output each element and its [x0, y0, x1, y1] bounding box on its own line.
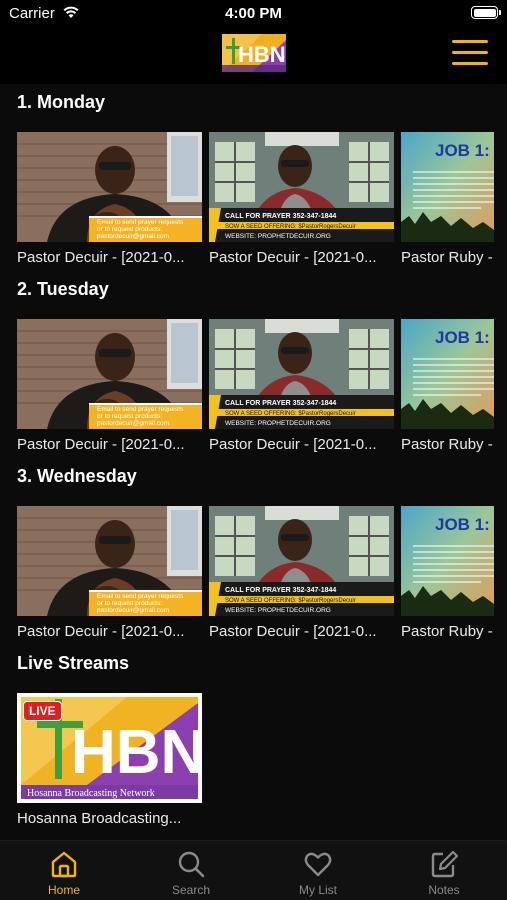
video-card[interactable]: JOB 1: Pastor Ruby -	[401, 132, 494, 266]
menu-line	[452, 51, 488, 54]
live-thumbnail[interactable]: HBN Hosanna Broadcasting Network LIVE	[17, 693, 202, 803]
thumb-text: CALL FOR PRAYER 352-347-1844	[225, 213, 336, 220]
video-card[interactable]: Email to send prayer requests or to requ…	[17, 132, 202, 266]
menu-button[interactable]	[452, 40, 488, 68]
home-icon	[51, 851, 77, 878]
thumb-text: JOB 1:	[435, 328, 490, 347]
thumb-text: SOW A SEED OFFERING: $PastorRogersDecuir	[225, 598, 356, 604]
video-thumbnail[interactable]: Email to send prayer requests or to requ…	[17, 132, 202, 242]
video-card[interactable]: CALL FOR PRAYER 352-347-1844 SOW A SEED …	[209, 132, 394, 266]
thumb-text: Email to send prayer requests	[97, 593, 184, 600]
thumb-text: pastordecuir@gmail.com	[97, 607, 169, 614]
video-title: Pastor Decuir - [2021-0...	[209, 436, 377, 453]
video-thumbnail[interactable]: JOB 1:	[401, 132, 494, 242]
section-title: 1. Monday	[17, 92, 106, 112]
tab-notes[interactable]: Notes	[394, 849, 494, 897]
thumb-text: SOW A SEED OFFERING: $PastorRogersDecuir	[225, 224, 356, 230]
thumb-text: CALL FOR PRAYER 352-347-1844	[225, 587, 336, 594]
video-title: Pastor Decuir - [2021-0...	[17, 623, 185, 640]
hbn-logo: HBN	[222, 34, 286, 72]
thumb-text: WEBSITE: PROPHETDECUIR.ORG	[225, 420, 331, 427]
tab-home[interactable]: Home	[14, 849, 114, 897]
live-badge: LIVE	[23, 701, 62, 721]
logo-letters: HBN	[71, 718, 202, 787]
video-row[interactable]: Email to send prayer requests or to requ…	[17, 319, 507, 459]
video-thumbnail[interactable]: CALL FOR PRAYER 352-347-1844 SOW A SEED …	[209, 132, 394, 242]
video-card[interactable]: JOB 1: Pastor Ruby -	[401, 319, 494, 453]
video-card[interactable]: Email to send prayer requests or to requ…	[17, 319, 202, 453]
video-row[interactable]: Email to send prayer requests or to requ…	[17, 132, 507, 272]
heart-icon	[304, 852, 332, 877]
video-thumbnail[interactable]: JOB 1:	[401, 319, 494, 429]
tab-label: Notes	[428, 883, 460, 897]
thumb-text: Email to send prayer requests	[97, 406, 184, 413]
video-title: Pastor Decuir - [2021-0...	[17, 436, 185, 453]
video-title: Pastor Ruby -	[401, 623, 493, 640]
section-title: 2. Tuesday	[17, 279, 109, 299]
section-title: 3. Wednesday	[17, 466, 137, 486]
nav-bar: HBN	[0, 28, 507, 84]
tab-label: Home	[47, 883, 80, 897]
video-title: Pastor Ruby -	[401, 436, 493, 453]
thumb-text: Email to send prayer requests	[97, 219, 184, 226]
video-title: Pastor Decuir - [2021-0...	[17, 249, 185, 266]
video-thumbnail[interactable]: CALL FOR PRAYER 352-347-1844 SOW A SEED …	[209, 319, 394, 429]
thumb-text: WEBSITE: PROPHETDECUIR.ORG	[225, 607, 331, 614]
live-stream-card[interactable]: HBN Hosanna Broadcasting Network LIVE Ho…	[17, 693, 202, 827]
thumb-text: or to request products:	[97, 226, 162, 233]
tab-bar: Home Search My List Notes	[0, 840, 507, 900]
video-card[interactable]: CALL FOR PRAYER 352-347-1844 SOW A SEED …	[209, 506, 394, 640]
thumb-text: or to request products:	[97, 600, 162, 607]
menu-line	[452, 40, 488, 43]
video-title: Pastor Decuir - [2021-0...	[209, 623, 377, 640]
tab-my-list[interactable]: My List	[268, 849, 368, 897]
notes-icon	[431, 850, 459, 878]
video-row[interactable]: Email to send prayer requests or to requ…	[17, 506, 507, 646]
thumb-text: CALL FOR PRAYER 352-347-1844	[225, 400, 336, 407]
thumb-text: or to request products:	[97, 413, 162, 420]
live-row[interactable]: HBN Hosanna Broadcasting Network LIVE Ho…	[17, 693, 507, 833]
live-stream-title: Hosanna Broadcasting...	[17, 810, 182, 827]
thumb-text: WEBSITE: PROPHETDECUIR.ORG	[225, 233, 331, 240]
thumb-text: JOB 1:	[435, 141, 490, 160]
menu-line	[452, 62, 488, 65]
video-thumbnail[interactable]: Email to send prayer requests or to requ…	[17, 506, 202, 616]
status-time: 4:00 PM	[225, 5, 282, 22]
video-card[interactable]: CALL FOR PRAYER 352-347-1844 SOW A SEED …	[209, 319, 394, 453]
video-card[interactable]: Email to send prayer requests or to requ…	[17, 506, 202, 640]
tab-label: My List	[298, 883, 337, 897]
video-title: Pastor Ruby -	[401, 249, 493, 266]
tab-label: Search	[171, 883, 211, 897]
video-thumbnail[interactable]: Email to send prayer requests or to requ…	[17, 319, 202, 429]
video-thumbnail[interactable]: CALL FOR PRAYER 352-347-1844 SOW A SEED …	[209, 506, 394, 616]
thumb-text: SOW A SEED OFFERING: $PastorRogersDecuir	[225, 411, 356, 417]
logo-text: HBN	[238, 42, 286, 67]
thumb-text: pastordecuir@gmail.com	[97, 420, 169, 427]
tab-search[interactable]: Search	[141, 849, 241, 897]
video-title: Pastor Decuir - [2021-0...	[209, 249, 377, 266]
logo-caption: Hosanna Broadcasting Network	[27, 788, 155, 799]
content-scroll[interactable]: 1. Monday Email to send prayer requests …	[0, 84, 507, 840]
section-title: Live Streams	[17, 653, 130, 673]
thumb-text: JOB 1:	[435, 515, 490, 534]
battery-icon	[471, 6, 501, 19]
status-bar: Carrier 4:00 PM	[0, 0, 507, 28]
search-icon	[178, 851, 205, 878]
video-thumbnail[interactable]: JOB 1:	[401, 506, 494, 616]
thumb-text: pastordecuir@gmail.com	[97, 233, 169, 240]
video-card[interactable]: JOB 1: Pastor Ruby -	[401, 506, 494, 640]
